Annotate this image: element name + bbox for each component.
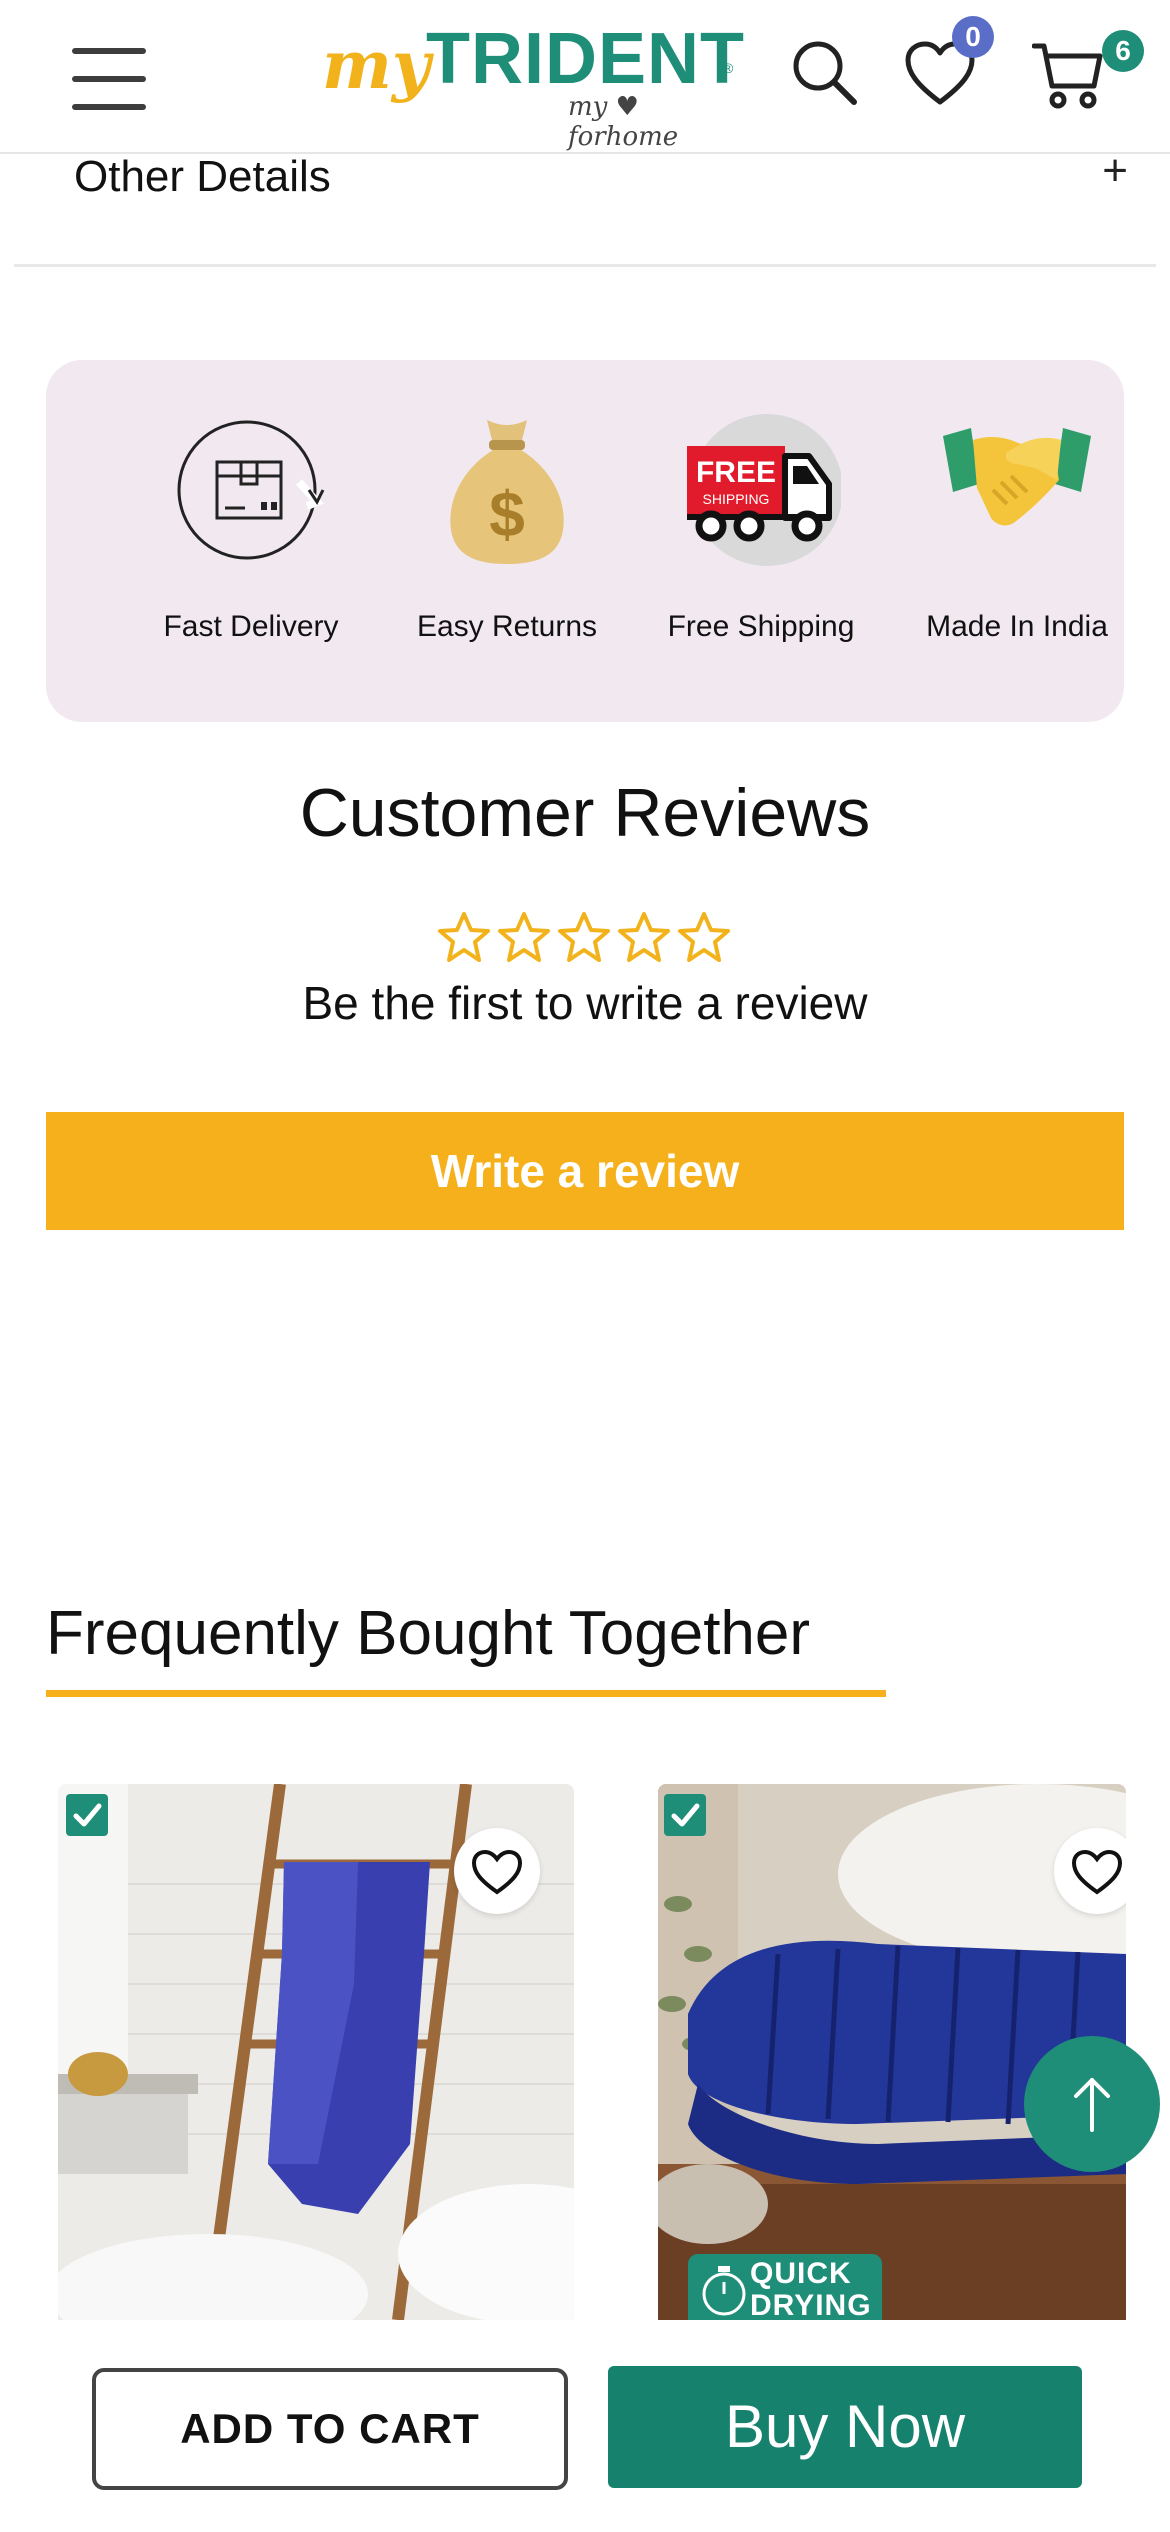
add-to-cart-button[interactable]: ADD TO CART — [92, 2368, 568, 2490]
star-icon — [438, 912, 490, 962]
features-panel: Fast Delivery $ Easy Returns FREE SHIPPI… — [46, 360, 1124, 722]
review-prompt-text: Be the first to write a review — [302, 977, 868, 1029]
star-icon — [618, 912, 670, 962]
star-icon — [678, 912, 730, 962]
delivery-box-icon — [171, 410, 331, 570]
feature-easy-returns: $ Easy Returns — [382, 410, 632, 670]
shipping-text: SHIPPING — [703, 491, 770, 507]
logo-tagline: my ♥ forhome — [568, 92, 679, 152]
fbt-product-card-1[interactable] — [58, 1784, 574, 2320]
scroll-to-top-button[interactable] — [1024, 2036, 1160, 2172]
expand-plus-icon[interactable]: + — [1102, 146, 1128, 196]
cart-count-badge: 6 — [1102, 30, 1144, 72]
other-details-label: Other Details — [74, 152, 331, 201]
arrow-up-icon — [1074, 2078, 1110, 2132]
feature-free-shipping: FREE SHIPPING Free Shipping — [636, 410, 886, 670]
registered-mark: ® — [723, 60, 734, 76]
handshake-icon — [937, 410, 1097, 570]
wishlist-count-badge: 0 — [952, 16, 994, 58]
buy-now-button[interactable]: Buy Now — [608, 2366, 1082, 2488]
feature-made-in-india: Made In India — [892, 410, 1142, 670]
quick-drying-text: QUICK DRYING — [750, 2257, 872, 2322]
logo-brand: TRIDENT — [426, 19, 745, 99]
feature-label: Easy Returns — [416, 610, 598, 643]
customer-reviews-heading: Customer Reviews — [299, 775, 871, 851]
svg-text:$: $ — [489, 478, 525, 550]
fbt-underline — [46, 1690, 886, 1697]
hamburger-menu-icon[interactable] — [72, 48, 146, 110]
logo-my: my — [322, 26, 431, 104]
product-wishlist-heart-icon[interactable] — [1054, 1828, 1126, 1914]
checkbox-checked-icon[interactable] — [664, 1794, 706, 1836]
feature-label: Free Shipping — [667, 610, 855, 643]
cart-icon[interactable] — [1031, 38, 1104, 110]
quick-drying-badge: QUICK DRYING — [688, 2254, 882, 2322]
brand-logo[interactable]: my TRIDENT ® my ♥ forhome — [318, 14, 744, 152]
stopwatch-icon — [702, 2266, 746, 2316]
checkbox-checked-icon[interactable] — [66, 1794, 108, 1836]
feature-label: Made In India — [926, 610, 1108, 643]
money-bag-icon: $ — [427, 410, 587, 570]
fbt-heading: Frequently Bought Together — [46, 1599, 811, 1668]
bottom-action-bar: ADD TO CART Buy Now — [0, 2320, 1170, 2532]
other-details-accordion[interactable]: Other Details + — [14, 146, 1156, 267]
feature-label: Fast Delivery — [163, 610, 339, 643]
star-icon — [558, 912, 610, 962]
search-icon[interactable] — [790, 38, 860, 108]
header: my TRIDENT ® my ♥ forhome 0 6 — [0, 0, 1170, 154]
product-wishlist-heart-icon[interactable] — [454, 1828, 540, 1914]
write-review-button[interactable]: Write a review — [46, 1112, 1124, 1230]
rating-stars — [436, 910, 736, 966]
feature-fast-delivery: Fast Delivery — [126, 410, 376, 670]
free-shipping-truck-icon: FREE SHIPPING — [681, 410, 843, 570]
free-text: FREE — [696, 456, 776, 489]
star-icon — [498, 912, 550, 962]
